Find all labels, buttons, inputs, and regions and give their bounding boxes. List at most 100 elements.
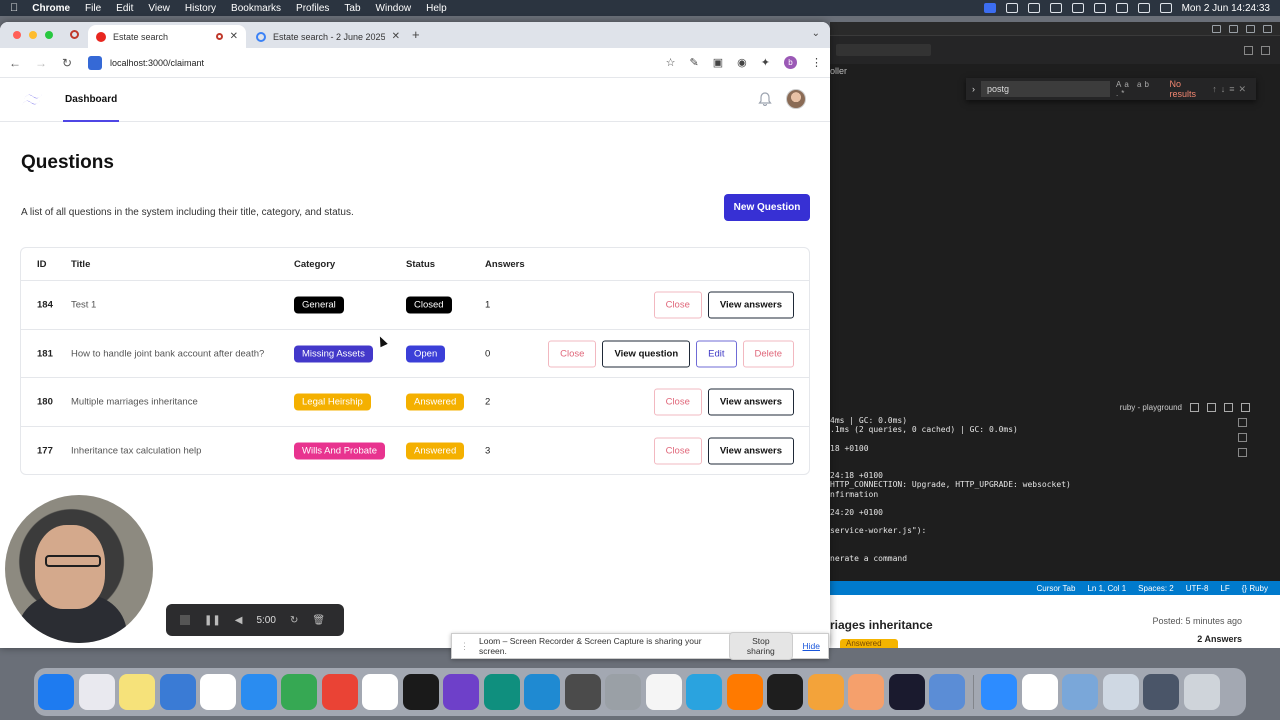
battery-icon[interactable] — [1071, 3, 1084, 13]
tab-estate-search-2[interactable]: Estate search - 2 June 2025 ✕ — [248, 25, 408, 48]
view-question-button[interactable]: View question — [602, 340, 691, 368]
screen-share-icon[interactable] — [983, 3, 996, 13]
github-desktop-icon[interactable] — [443, 674, 479, 710]
close-tab-icon[interactable]: ✕ — [230, 31, 238, 42]
drag-handle-icon[interactable]: ⋮ — [460, 641, 469, 652]
menu-help[interactable]: Help — [426, 3, 447, 14]
chatgpt-icon[interactable] — [483, 674, 520, 710]
status-position[interactable]: Ln 1, Col 1 — [1087, 584, 1126, 593]
profile-avatar[interactable]: b — [784, 56, 797, 69]
screenshot-icon-3[interactable] — [1143, 674, 1179, 710]
close-button[interactable]: Close — [653, 388, 702, 416]
menu-view[interactable]: View — [148, 3, 170, 14]
status-cursor-tab[interactable]: Cursor Tab — [1036, 584, 1075, 593]
status-eol[interactable]: LF — [1220, 584, 1229, 593]
pen-icon[interactable]: ✎ — [690, 56, 699, 69]
close-button[interactable]: Close — [653, 437, 702, 465]
tab-search-icon[interactable]: ⌄ — [812, 28, 820, 39]
puzzle-icon[interactable]: ✦ — [761, 56, 770, 69]
bar-chart-icon[interactable] — [888, 674, 925, 710]
layout-icon[interactable] — [1212, 24, 1221, 33]
headphones-icon[interactable] — [1027, 3, 1040, 13]
find-options-icon[interactable]: Aa ab .* — [1116, 80, 1164, 98]
siri-icon[interactable] — [1159, 3, 1172, 13]
trash-icon[interactable] — [1183, 674, 1220, 710]
terminal-add-icon[interactable] — [1190, 402, 1199, 412]
restart-icon[interactable]: ↻ — [290, 615, 298, 626]
split-icon[interactable] — [1244, 45, 1253, 55]
view-answers-button[interactable]: View answers — [707, 388, 794, 416]
terminal-trash-icon[interactable] — [1224, 402, 1233, 412]
find-nav-icon[interactable]: ↑↓≡✕ — [1212, 84, 1250, 95]
more-icon[interactable] — [1261, 45, 1270, 55]
address-bar[interactable]: localhost:3000/claimant — [88, 55, 204, 70]
menu-app-name[interactable]: Chrome — [32, 3, 70, 14]
close-tab-icon[interactable]: ✕ — [392, 31, 400, 42]
extension-icon[interactable]: ▣ — [713, 56, 723, 69]
mute-icon[interactable]: ◀ — [235, 615, 243, 626]
freeform-icon[interactable] — [159, 674, 196, 710]
nav-dashboard[interactable]: Dashboard — [63, 78, 120, 122]
figma-icon[interactable] — [767, 674, 803, 710]
tailwind-logo-icon[interactable] — [22, 92, 46, 108]
terminal-output[interactable]: 4ms | GC: 0.0ms) .1ms (2 queries, 0 cache… — [830, 416, 1230, 578]
balance-icon[interactable] — [807, 674, 844, 710]
telegram-icon[interactable] — [686, 674, 722, 710]
discard-trash-icon[interactable]: 🗑 — [312, 615, 325, 626]
terminal-tab-icon[interactable] — [1238, 418, 1247, 427]
maximize-window-icon[interactable] — [45, 31, 53, 39]
tab-estate-search[interactable]: Estate search ✕ — [88, 25, 246, 48]
menubar-clock[interactable]: Mon 2 Jun 14:24:33 — [1182, 3, 1270, 14]
minimize-window-icon[interactable] — [29, 31, 37, 39]
screenshot-icon-2[interactable] — [1102, 674, 1139, 710]
menu-history[interactable]: History — [185, 3, 216, 14]
close-window-icon[interactable] — [13, 31, 21, 39]
zoom-icon[interactable] — [981, 674, 1017, 710]
reload-icon[interactable]: ↻ — [60, 56, 74, 70]
stop-sharing-button[interactable]: Stop sharing — [729, 632, 793, 660]
status-encoding[interactable]: UTF-8 — [1186, 584, 1209, 593]
notion-menubar-icon[interactable] — [1005, 3, 1018, 13]
terminal-tab-icon[interactable] — [1238, 448, 1247, 457]
notion-icon[interactable] — [362, 674, 398, 710]
settings-icon[interactable] — [1263, 24, 1272, 33]
chevron-right-icon[interactable]: › — [972, 84, 975, 94]
editor-tab[interactable] — [836, 44, 931, 56]
menu-bookmarks[interactable]: Bookmarks — [231, 3, 281, 14]
screenshot-icon[interactable] — [1062, 674, 1098, 710]
calendar-icon[interactable] — [200, 674, 236, 710]
cursor-icon[interactable] — [402, 674, 439, 710]
calculator-icon[interactable] — [564, 674, 601, 710]
menu-kebab-icon[interactable]: ⋮ — [811, 56, 822, 69]
numbers-icon[interactable] — [281, 674, 317, 710]
safari-icon[interactable] — [240, 674, 277, 710]
view-answers-button[interactable]: View answers — [707, 437, 794, 465]
bluetooth-icon[interactable] — [1049, 3, 1062, 13]
terminal-close-icon[interactable] — [1241, 402, 1250, 412]
hide-banner-link[interactable]: Hide — [803, 641, 820, 651]
finder-icon[interactable] — [38, 674, 74, 710]
new-question-button[interactable]: New Question — [724, 194, 810, 221]
view-answers-button[interactable]: View answers — [707, 291, 794, 319]
terminal-tab-icon[interactable] — [1238, 433, 1247, 442]
layout-icon-3[interactable] — [1246, 24, 1255, 33]
new-tab-icon[interactable]: + — [412, 27, 420, 42]
find-input[interactable] — [981, 81, 1110, 97]
delete-button[interactable]: Delete — [742, 340, 794, 368]
preview-icon[interactable] — [929, 674, 965, 710]
apple-icon[interactable]:  — [10, 2, 18, 14]
terminal-title[interactable]: ruby - playground — [1120, 403, 1182, 412]
status-spaces[interactable]: Spaces: 2 — [1138, 584, 1174, 593]
claude-icon[interactable] — [848, 674, 884, 710]
menu-edit[interactable]: Edit — [116, 3, 133, 14]
vscode-icon[interactable] — [524, 674, 560, 710]
user-avatar[interactable] — [786, 89, 806, 109]
camera-icon[interactable]: ◉ — [737, 56, 747, 69]
ai-app-icon[interactable] — [645, 674, 682, 710]
bookmark-star-icon[interactable]: ☆ — [666, 56, 676, 69]
menu-file[interactable]: File — [85, 3, 101, 14]
pause-icon[interactable]: ❚❚ — [204, 615, 221, 626]
control-center-icon[interactable] — [1137, 3, 1150, 13]
back-icon[interactable]: ← — [8, 56, 22, 70]
menu-tab[interactable]: Tab — [344, 3, 360, 14]
